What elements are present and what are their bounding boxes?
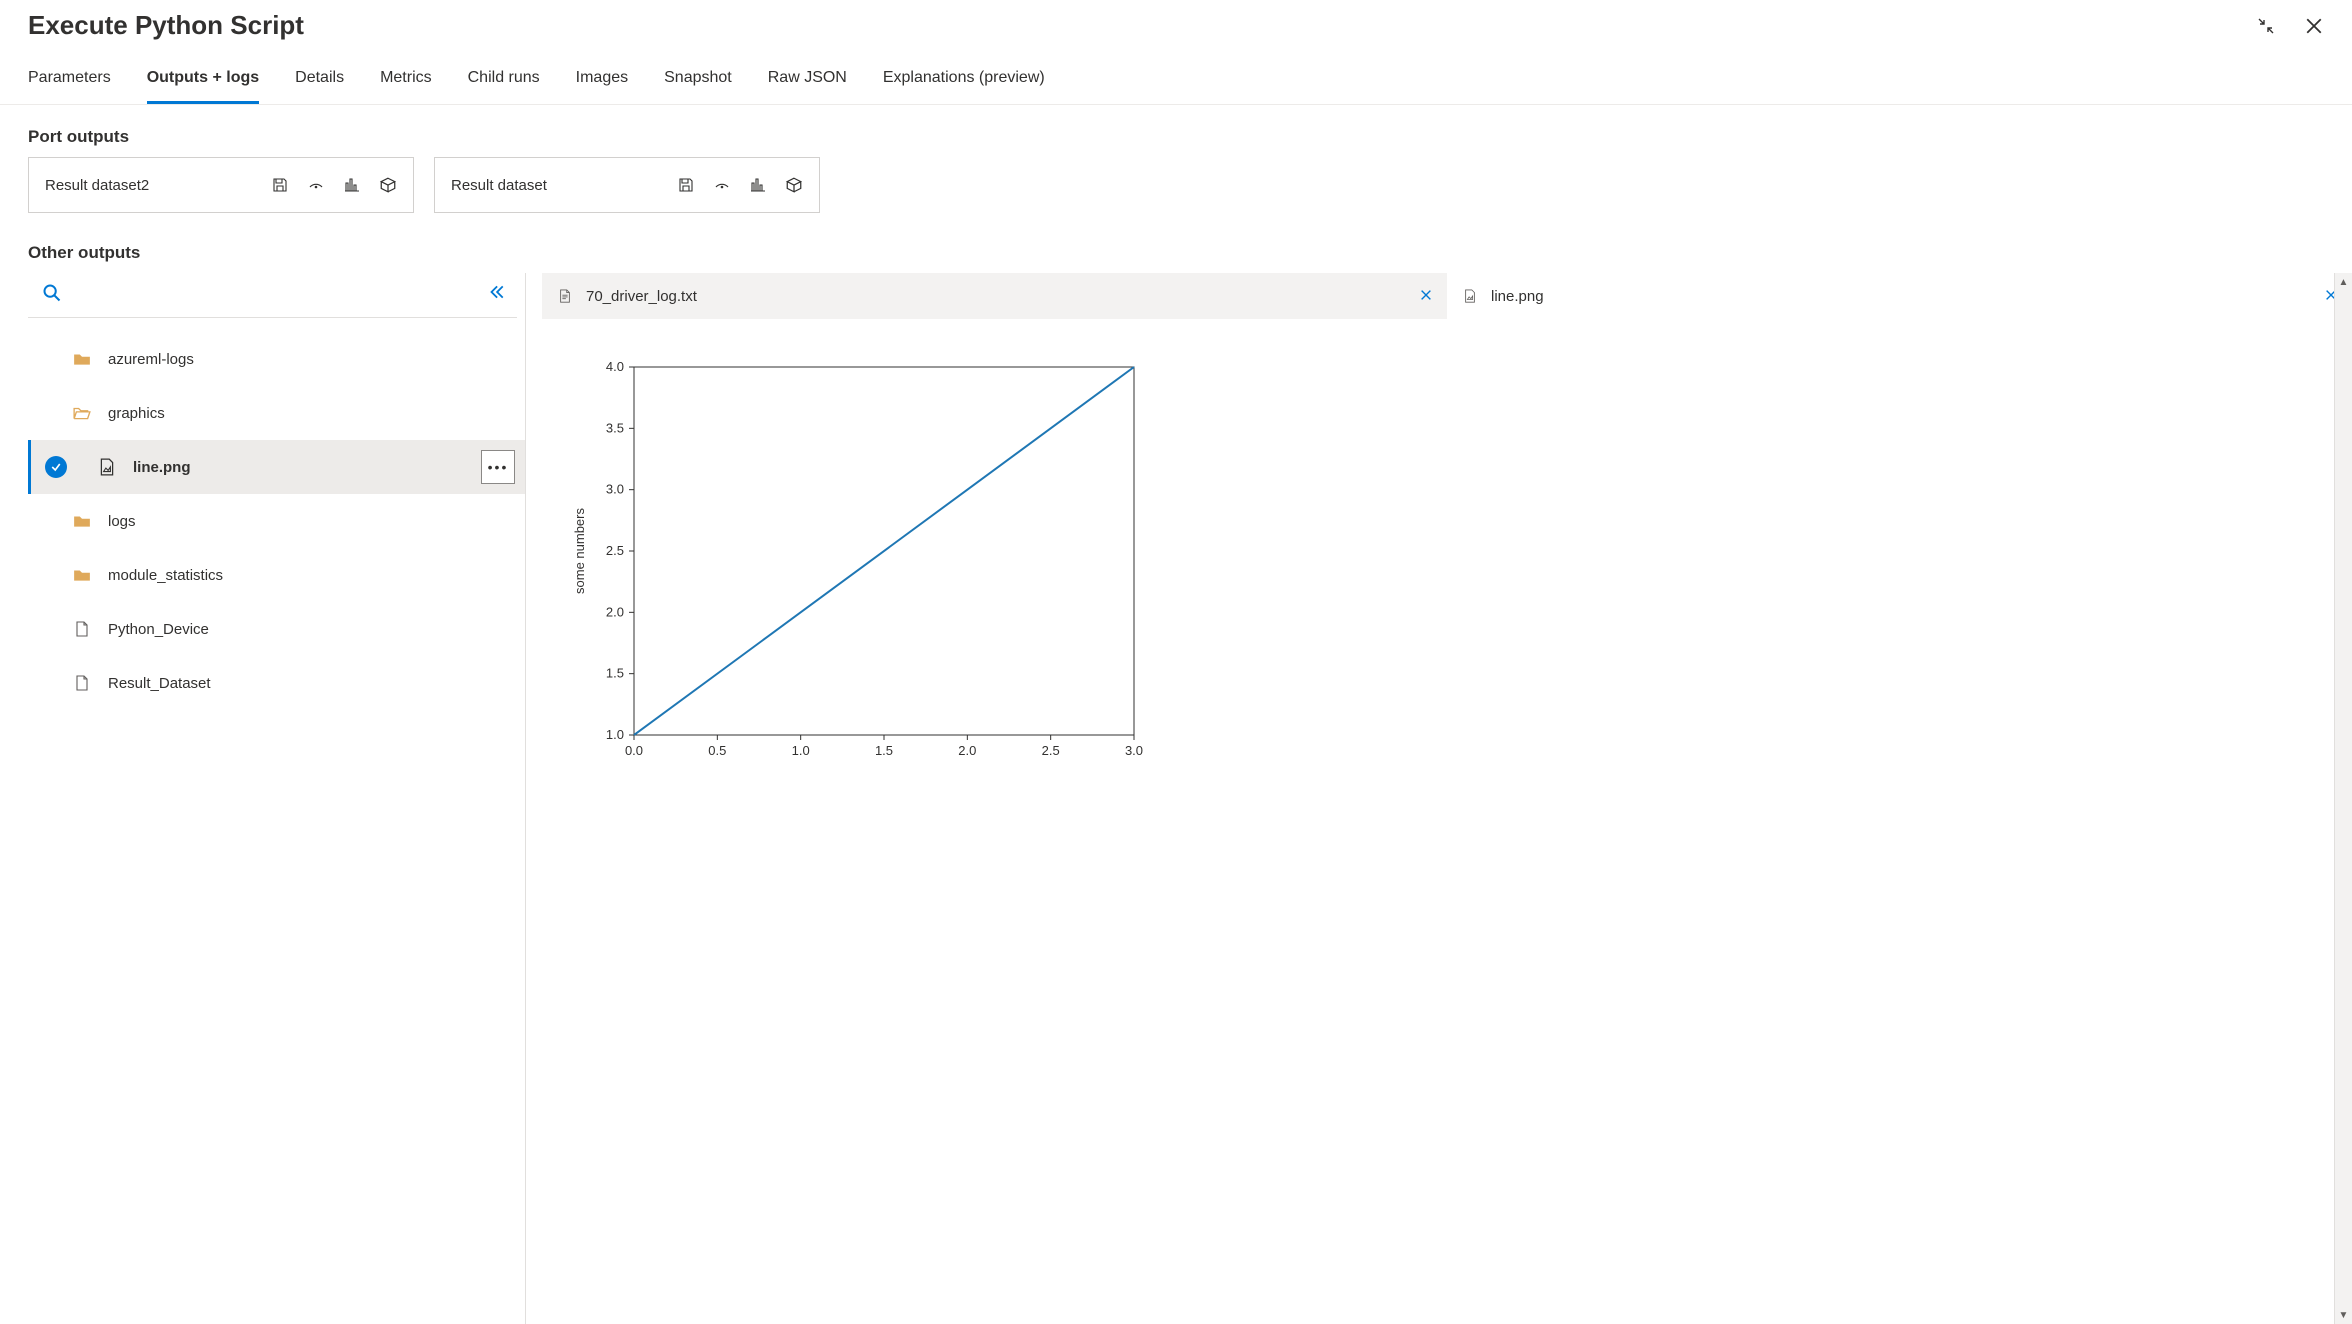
tab-child-runs[interactable]: Child runs <box>468 59 540 104</box>
port-card-result-dataset2: Result dataset2 <box>28 157 414 213</box>
tree-item-label: logs <box>108 513 136 530</box>
tab-explanations[interactable]: Explanations (preview) <box>883 59 1045 104</box>
image-file-icon <box>97 458 117 476</box>
svg-text:some numbers: some numbers <box>572 508 587 594</box>
vertical-scrollbar[interactable]: ▲ ▼ <box>2334 273 2352 1324</box>
search-row <box>28 273 517 318</box>
check-icon <box>45 456 67 478</box>
tab-metrics[interactable]: Metrics <box>380 59 432 104</box>
svg-text:1.0: 1.0 <box>792 743 810 758</box>
tab-raw-json[interactable]: Raw JSON <box>768 59 847 104</box>
svg-text:2.5: 2.5 <box>1042 743 1060 758</box>
restore-icon[interactable] <box>2256 16 2276 36</box>
preview-icon[interactable] <box>307 176 325 194</box>
svg-text:1.0: 1.0 <box>606 727 624 742</box>
tree-item-azureml-logs[interactable]: azureml-logs <box>28 332 525 386</box>
svg-text:3.5: 3.5 <box>606 420 624 435</box>
file-tab-bar: 70_driver_log.txt line.png <box>526 273 2352 319</box>
svg-text:0.5: 0.5 <box>708 743 726 758</box>
svg-text:0.0: 0.0 <box>625 743 643 758</box>
port-outputs-row: Result dataset2 Result dataset <box>0 157 2352 221</box>
port-card-actions <box>271 176 397 194</box>
line-chart: 1.0 1.5 2.0 2.5 3.0 3.5 4.0 0.0 0.5 1.0 1.5 2.0 2.5 3… <box>554 355 1154 775</box>
header: Execute Python Script <box>0 0 2352 45</box>
scroll-up-icon[interactable]: ▲ <box>2335 273 2352 291</box>
tree-item-label: Python_Device <box>108 621 209 638</box>
chart-area: 1.0 1.5 2.0 2.5 3.0 3.5 4.0 0.0 0.5 1.0 1.5 2.0 2.5 3… <box>526 319 2352 1324</box>
folder-icon <box>72 512 92 530</box>
tree-item-module-statistics[interactable]: module_statistics <box>28 548 525 602</box>
tree-item-label: Result_Dataset <box>108 675 211 692</box>
preview-icon[interactable] <box>713 176 731 194</box>
cube-icon[interactable] <box>379 176 397 194</box>
content-pane: 70_driver_log.txt line.png 1.01.52. <box>526 273 2352 1324</box>
tree-item-label: line.png <box>133 459 191 476</box>
tree-item-label: module_statistics <box>108 567 223 584</box>
image-file-icon <box>1461 287 1479 305</box>
tab-snapshot[interactable]: Snapshot <box>664 59 732 104</box>
header-actions <box>2256 16 2324 36</box>
tree-item-result-dataset[interactable]: Result_Dataset <box>28 656 525 710</box>
svg-text:3.0: 3.0 <box>606 482 624 497</box>
tree-item-label: azureml-logs <box>108 351 194 368</box>
file-icon <box>72 620 92 638</box>
file-tab-line-png[interactable]: line.png <box>1447 273 2352 319</box>
tab-outputs-logs[interactable]: Outputs + logs <box>147 59 259 104</box>
panel-root: Execute Python Script Parameters Outputs… <box>0 0 2352 1324</box>
file-tab-driver-log[interactable]: 70_driver_log.txt <box>542 273 1447 319</box>
svg-text:1.5: 1.5 <box>606 666 624 681</box>
other-outputs: azureml-logs graphics line.png <box>0 273 2352 1324</box>
port-outputs-heading: Port outputs <box>0 105 2352 157</box>
file-icon <box>556 287 574 305</box>
tree-item-python-device[interactable]: Python_Device <box>28 602 525 656</box>
output-tree: azureml-logs graphics line.png <box>28 318 525 710</box>
outputs-sidebar: azureml-logs graphics line.png <box>28 273 526 1324</box>
svg-text:1.5: 1.5 <box>875 743 893 758</box>
port-card-label: Result dataset2 <box>45 177 149 194</box>
svg-text:3.0: 3.0 <box>1125 743 1143 758</box>
tab-details[interactable]: Details <box>295 59 344 104</box>
histogram-icon[interactable] <box>749 176 767 194</box>
tree-item-line-png[interactable]: line.png ••• <box>28 440 525 494</box>
save-icon[interactable] <box>677 176 695 194</box>
tree-item-logs[interactable]: logs <box>28 494 525 548</box>
port-card-result-dataset: Result dataset <box>434 157 820 213</box>
tab-images[interactable]: Images <box>576 59 628 104</box>
svg-text:2.0: 2.0 <box>958 743 976 758</box>
tree-item-graphics[interactable]: graphics <box>28 386 525 440</box>
close-icon[interactable] <box>2304 16 2324 36</box>
tree-item-label: graphics <box>108 405 165 422</box>
tab-bar: Parameters Outputs + logs Details Metric… <box>0 59 2352 105</box>
file-tab-label: 70_driver_log.txt <box>586 288 697 305</box>
page-title: Execute Python Script <box>28 10 304 41</box>
histogram-icon[interactable] <box>343 176 361 194</box>
collapse-icon[interactable] <box>487 283 509 305</box>
folder-icon <box>72 350 92 368</box>
svg-text:4.0: 4.0 <box>606 359 624 374</box>
file-tab-label: line.png <box>1491 288 1544 305</box>
svg-text:2.5: 2.5 <box>606 543 624 558</box>
port-card-actions <box>677 176 803 194</box>
cube-icon[interactable] <box>785 176 803 194</box>
folder-open-icon <box>72 404 92 422</box>
scroll-down-icon[interactable]: ▼ <box>2335 1306 2352 1324</box>
save-icon[interactable] <box>271 176 289 194</box>
svg-text:2.0: 2.0 <box>606 604 624 619</box>
tab-parameters[interactable]: Parameters <box>28 59 111 104</box>
port-card-label: Result dataset <box>451 177 547 194</box>
folder-icon <box>72 566 92 584</box>
search-icon[interactable] <box>42 283 64 305</box>
close-tab-icon[interactable] <box>1419 286 1433 307</box>
file-icon <box>72 674 92 692</box>
more-button[interactable]: ••• <box>481 450 515 484</box>
other-outputs-heading: Other outputs <box>0 221 2352 273</box>
